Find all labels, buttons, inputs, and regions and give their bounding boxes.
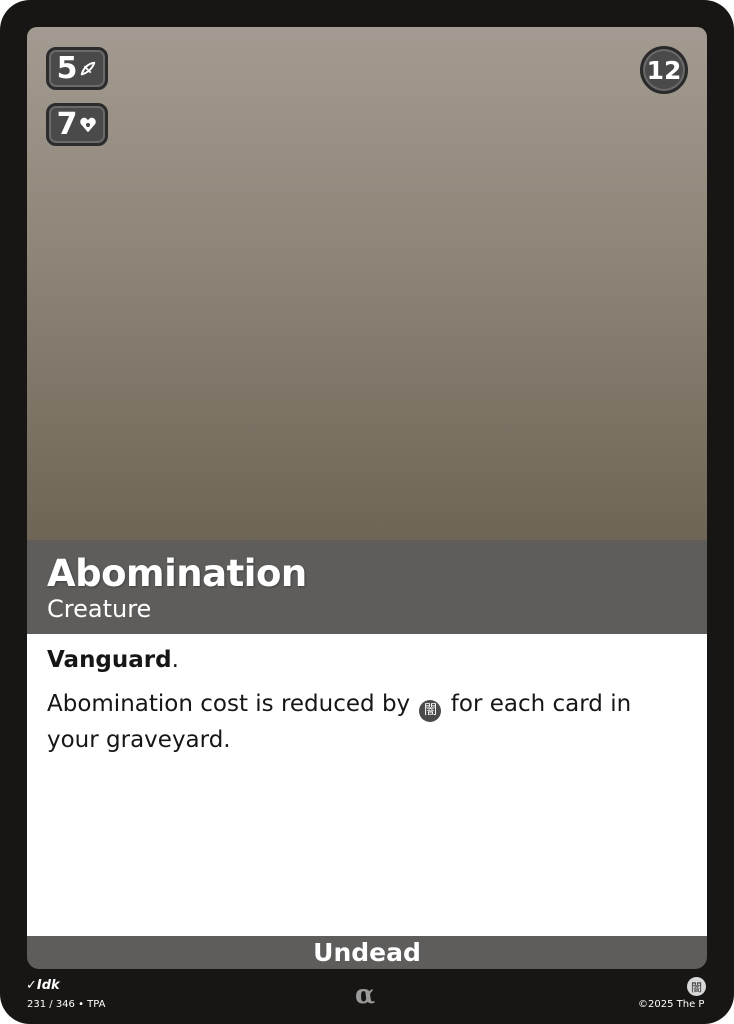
set-info: 231 / 346 • TPA bbox=[27, 999, 106, 1010]
subtype-bar: Undead bbox=[27, 936, 707, 969]
title-bar: Abomination Creature bbox=[27, 540, 707, 634]
element-icon: 闇 bbox=[687, 977, 706, 996]
power-value: 5 bbox=[56, 51, 78, 86]
card[interactable]: 5 7 12 Abomination Creature Vanguard. Ab… bbox=[0, 0, 734, 1024]
subtype-label: Undead bbox=[313, 938, 421, 967]
rarity-symbol: α bbox=[355, 980, 376, 1010]
artist-name: Idk bbox=[36, 978, 60, 993]
cost-value: 12 bbox=[646, 55, 682, 85]
keyword-vanguard: Vanguard bbox=[47, 647, 172, 673]
card-art bbox=[27, 27, 707, 540]
keyword-punctuation: . bbox=[171, 647, 179, 673]
darkness-icon: 闇 bbox=[419, 700, 442, 722]
health-value: 7 bbox=[56, 107, 78, 142]
rules-text-box: Vanguard. Abomination cost is reduced by… bbox=[27, 634, 707, 936]
cost-badge: 12 bbox=[640, 46, 688, 94]
keyword-line: Vanguard. bbox=[47, 647, 179, 673]
card-name: Abomination bbox=[47, 552, 307, 595]
rules-text: Abomination cost is reduced by 闇 for eac… bbox=[47, 686, 667, 758]
artist-credit: ✓Idk bbox=[26, 978, 60, 993]
health-badge: 7 bbox=[46, 103, 108, 146]
blade-icon bbox=[79, 51, 97, 86]
power-badge: 5 bbox=[46, 47, 108, 90]
rules-text-before: Abomination cost is reduced by bbox=[47, 691, 411, 717]
brush-icon: ✓ bbox=[26, 978, 37, 993]
card-type: Creature bbox=[47, 595, 152, 623]
copyright-text: ©2025 The P bbox=[638, 999, 705, 1010]
heart-icon bbox=[79, 107, 97, 142]
